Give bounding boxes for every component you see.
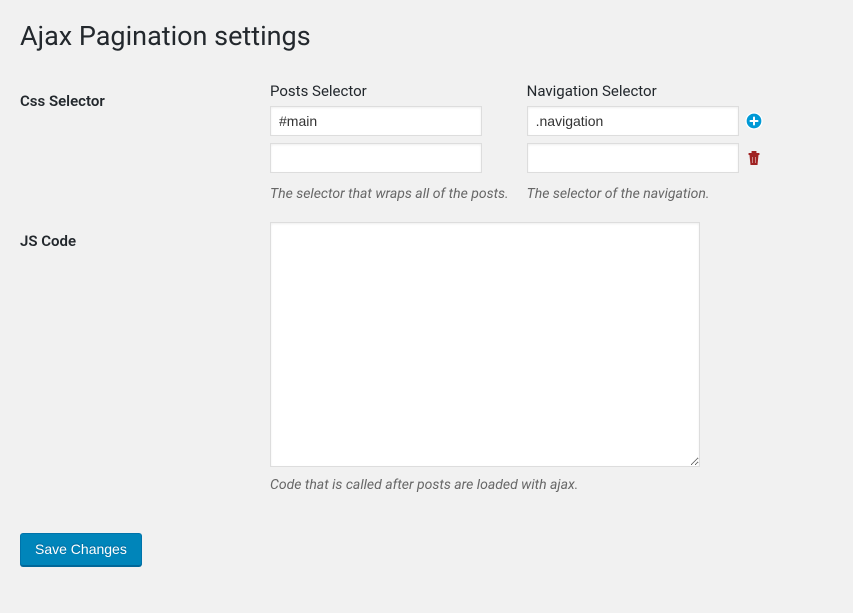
posts-selector-input-1[interactable] <box>270 143 482 173</box>
navigation-selector-input-1[interactable] <box>527 143 739 173</box>
js-code-description: Code that is called after posts are load… <box>270 477 833 493</box>
navigation-selector-description: The selector of the navigation. <box>527 186 763 202</box>
js-code-textarea[interactable] <box>270 222 700 467</box>
selector-row <box>527 106 763 136</box>
plus-circle-icon[interactable] <box>745 112 763 130</box>
posts-selector-column: Posts Selector The selector that wraps a… <box>270 82 509 202</box>
selector-columns: Posts Selector The selector that wraps a… <box>270 82 833 202</box>
js-code-label: JS Code <box>20 222 270 513</box>
selector-row <box>270 106 509 136</box>
submit-wrap: Save Changes <box>20 533 833 566</box>
page-title: Ajax Pagination settings <box>20 20 833 52</box>
navigation-selector-input-0[interactable] <box>527 106 739 136</box>
selector-row <box>270 143 509 173</box>
css-selector-label: Css Selector <box>20 82 270 222</box>
selector-row <box>527 143 763 173</box>
css-selector-row: Css Selector Posts Selector The selector… <box>20 82 833 222</box>
js-code-row: JS Code Code that is called after posts … <box>20 222 833 513</box>
trash-icon[interactable] <box>745 149 763 167</box>
save-button[interactable]: Save Changes <box>20 533 142 566</box>
navigation-selector-label: Navigation Selector <box>527 82 763 100</box>
posts-selector-label: Posts Selector <box>270 82 509 100</box>
posts-selector-description: The selector that wraps all of the posts… <box>270 186 509 202</box>
settings-form-table: Css Selector Posts Selector The selector… <box>20 82 833 513</box>
posts-selector-input-0[interactable] <box>270 106 482 136</box>
navigation-selector-column: Navigation Selector <box>527 82 763 202</box>
